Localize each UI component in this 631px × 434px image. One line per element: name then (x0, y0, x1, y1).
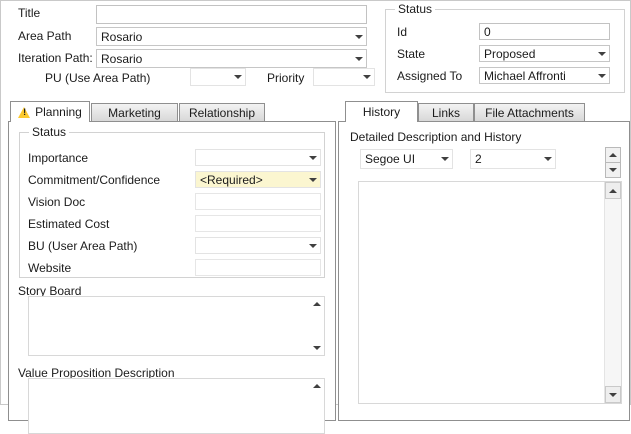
state-value: Proposed (484, 46, 536, 61)
title-input[interactable] (96, 5, 367, 24)
tab-history[interactable]: History (345, 101, 418, 122)
website-input[interactable] (195, 259, 321, 276)
font-size-value: 2 (475, 152, 482, 166)
chevron-down-icon (305, 238, 320, 253)
website-label: Website (28, 261, 72, 275)
tab-relationship[interactable]: Relationship (179, 103, 265, 121)
commitment-confidence-combo[interactable]: <Required> (195, 171, 321, 188)
detailed-description-label: Detailed Description and History (350, 130, 522, 144)
triangle-up-icon (609, 153, 617, 157)
font-size-combo[interactable]: 2 (470, 149, 556, 169)
area-path-combo[interactable]: Rosario (96, 27, 367, 46)
estimated-cost-input[interactable] (195, 215, 321, 232)
chevron-down-icon (351, 28, 366, 45)
status-group-caption: Status (395, 2, 436, 16)
importance-label: Importance (28, 151, 89, 165)
bu-user-area-path-label: BU (User Area Path) (28, 239, 138, 253)
tab-planning-label: Planning (35, 105, 82, 119)
tab-marketing[interactable]: Marketing (91, 103, 178, 121)
tab-history-label: History (362, 105, 401, 119)
priority-label: Priority (267, 71, 305, 85)
chevron-down-icon (359, 69, 374, 85)
scrollbar-down-button[interactable] (605, 386, 621, 403)
story-board-textarea[interactable] (28, 296, 325, 356)
chevron-down-icon (351, 50, 366, 67)
area-path-value: Rosario (101, 29, 143, 44)
assigned-to-combo[interactable]: Michael Affronti (479, 67, 610, 84)
triangle-up-icon (609, 188, 617, 193)
vision-doc-label: Vision Doc (28, 195, 86, 209)
pu-combo[interactable] (190, 68, 246, 86)
tab-relationship-label: Relationship (188, 105, 256, 120)
scroll-up-icon[interactable] (311, 380, 323, 392)
scroll-up-icon[interactable] (311, 298, 323, 310)
tab-marketing-label: Marketing (108, 105, 161, 120)
font-family-value: Segoe UI (365, 152, 416, 166)
pu-label: PU (Use Area Path) (45, 71, 151, 85)
editor-scrollbar[interactable] (604, 182, 621, 403)
chevron-down-icon (540, 150, 555, 168)
chevron-down-icon (594, 46, 609, 61)
title-label: Title (18, 6, 41, 20)
chevron-down-icon (230, 69, 245, 85)
chevron-down-icon (594, 68, 609, 83)
iteration-path-combo[interactable]: Rosario (96, 49, 367, 68)
estimated-cost-label: Estimated Cost (28, 217, 110, 231)
triangle-down-icon (609, 168, 617, 172)
chevron-down-icon (437, 150, 452, 168)
tab-links-label: Links (431, 105, 460, 120)
font-family-combo[interactable]: Segoe UI (360, 149, 453, 169)
history-editor[interactable] (358, 181, 622, 404)
tab-file-attachments[interactable]: File Attachments (474, 103, 585, 121)
tab-links[interactable]: Links (418, 103, 474, 121)
assigned-to-label: Assigned To (397, 69, 463, 83)
chevron-down-icon (305, 172, 320, 187)
importance-combo[interactable] (195, 149, 321, 166)
scroll-down-icon[interactable] (311, 342, 323, 354)
assigned-to-value: Michael Affronti (484, 68, 566, 83)
commitment-confidence-label: Commitment/Confidence (28, 173, 161, 187)
commitment-confidence-value: <Required> (200, 172, 263, 187)
priority-combo[interactable] (313, 68, 375, 86)
toolbar-scroll-down-button[interactable] (605, 162, 621, 178)
iteration-path-value: Rosario (101, 51, 143, 66)
id-label: Id (397, 25, 408, 39)
area-path-label: Area Path (18, 29, 72, 43)
tab-file-attachments-label: File Attachments (485, 105, 574, 120)
id-input[interactable]: 0 (479, 23, 610, 40)
warning-icon: ! (18, 106, 31, 118)
value-proposition-textarea[interactable] (28, 378, 325, 434)
chevron-down-icon (305, 150, 320, 165)
scrollbar-up-button[interactable] (605, 182, 621, 199)
bu-user-area-path-combo[interactable] (195, 237, 321, 254)
vision-doc-input[interactable] (195, 193, 321, 210)
planning-status-caption: Status (29, 125, 70, 139)
state-combo[interactable]: Proposed (479, 45, 610, 62)
toolbar-scroll-up-button[interactable] (605, 147, 621, 163)
tab-planning[interactable]: ! Planning (10, 101, 90, 122)
state-label: State (397, 47, 426, 61)
iteration-path-label: Iteration Path: (18, 51, 93, 65)
triangle-down-icon (609, 392, 617, 397)
